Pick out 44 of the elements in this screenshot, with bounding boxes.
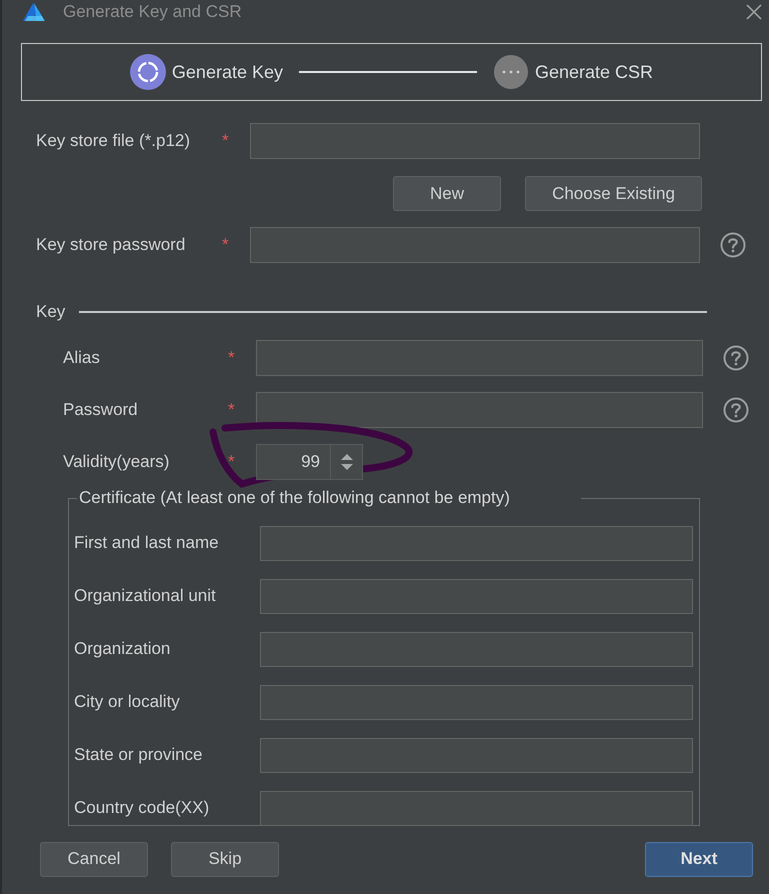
required-mark: *	[222, 130, 230, 152]
field-label: Validity(years)	[63, 450, 170, 473]
text-field[interactable]	[260, 738, 693, 772]
field-label: Key store password	[36, 234, 186, 256]
field-label: State or province	[74, 744, 204, 766]
step-label[interactable]: Generate CSR	[535, 58, 654, 86]
required-mark: *	[222, 234, 230, 256]
text-field[interactable]	[260, 526, 693, 560]
text-field[interactable]	[260, 632, 693, 666]
field-label: Key store file (*.p12)	[36, 130, 192, 152]
field-label: Country code(XX)	[74, 797, 210, 820]
text-field[interactable]	[260, 790, 693, 826]
spinner-value: 99	[300, 450, 321, 472]
close-icon[interactable]	[746, 4, 762, 20]
text-field[interactable]	[256, 340, 703, 376]
required-mark: *	[228, 346, 236, 369]
help-icon[interactable]	[723, 396, 749, 422]
help-icon[interactable]	[723, 344, 749, 370]
window-title: Generate Key and CSR	[63, 1, 242, 24]
text-field[interactable]	[260, 578, 693, 614]
text-field[interactable]	[260, 684, 693, 720]
text-field[interactable]	[250, 123, 700, 159]
dialog-button[interactable]: Cancel	[40, 842, 148, 876]
help-icon[interactable]	[720, 232, 746, 258]
field-label: Password	[63, 398, 139, 421]
next-button[interactable]: Next	[645, 842, 753, 876]
field-label: Organizational unit	[74, 585, 217, 608]
text-field[interactable]	[256, 392, 703, 428]
number-spinner[interactable]: 99	[256, 444, 363, 480]
dialog-button[interactable]: Choose Existing	[525, 176, 702, 211]
logo-icon	[22, 2, 46, 22]
group-legend: Certificate (At least one of the following cannot be empty)	[79, 488, 510, 508]
required-mark: *	[228, 450, 236, 473]
stepper-arrows-icon[interactable]	[340, 452, 354, 470]
dialog-button[interactable]: Skip	[171, 842, 279, 876]
required-mark: *	[228, 398, 236, 421]
field-label: City or locality	[74, 691, 181, 714]
text-field[interactable]	[250, 227, 700, 263]
step-label[interactable]: Generate Key	[172, 58, 283, 86]
section-title: Key	[36, 301, 66, 323]
dialog-button[interactable]: New	[393, 176, 501, 211]
field-label: First and last name	[74, 532, 220, 554]
field-label: Alias	[63, 346, 101, 369]
field-label: Organization	[74, 638, 172, 660]
